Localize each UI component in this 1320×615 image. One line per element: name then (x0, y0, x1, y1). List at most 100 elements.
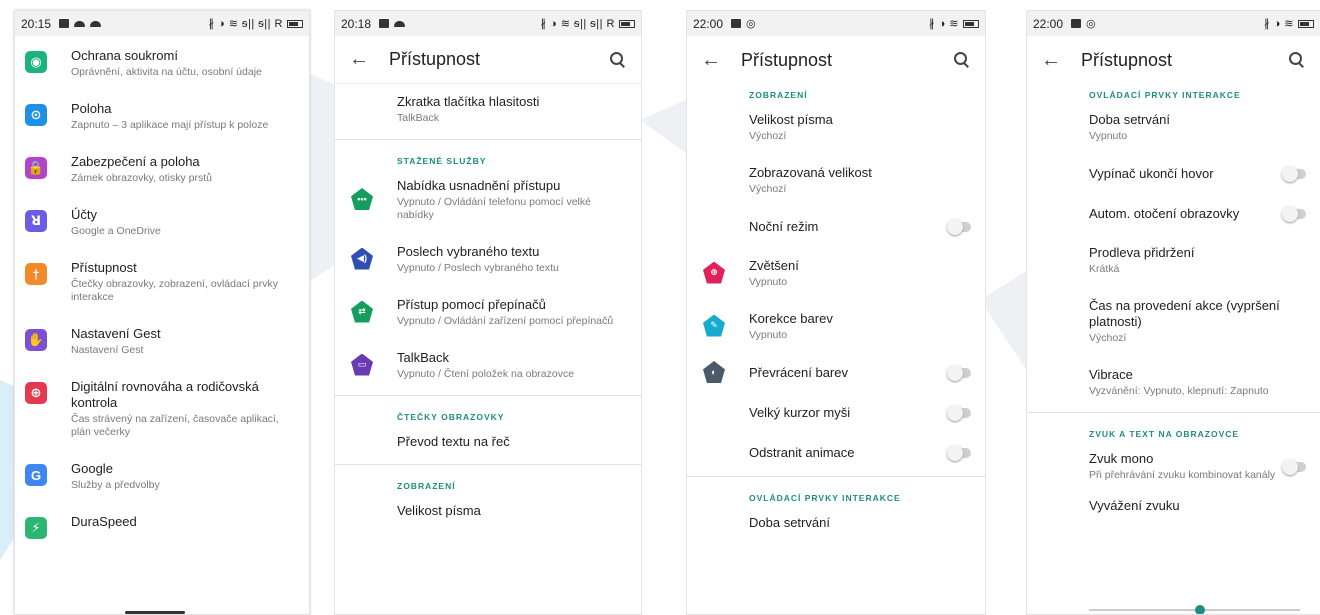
person-icon: ꓤ (25, 210, 47, 232)
remove-animations-item[interactable]: Odstranit animace (687, 432, 985, 472)
back-arrow-icon[interactable]: ← (701, 49, 741, 72)
font-size-item[interactable]: Velikost písma (335, 491, 641, 529)
tts-item[interactable]: Převod textu na řeč (335, 422, 641, 460)
vibration-item[interactable]: Vibrace Vyzvánění: Vypnuto, klepnutí: Za… (1027, 355, 1320, 408)
status-icons: ∦ ◑ ≋ (929, 18, 959, 30)
settings-item[interactable]: ◉ Ochrana soukromí Oprávnění, aktivita na … (15, 36, 309, 89)
item-subtitle: Při přehrávání zvuku kombinovat kanály (1089, 469, 1276, 481)
cloud-icon (74, 20, 86, 27)
settings-item[interactable]: ✋ Nastavení Gest Nastavení Gest (15, 314, 309, 367)
settings-item[interactable]: † Přístupnost Čtečky obrazovky, zobrazení,… (15, 248, 309, 314)
audio-balance-item[interactable]: Vyvážení zvuku (1027, 492, 1320, 524)
settings-item[interactable]: ⊙ Poloha Zapnuto – 3 aplikace mají přístup… (15, 89, 309, 142)
hand-gesture-icon: ✋ (25, 329, 47, 351)
item-title: Nastavení Gest (71, 326, 161, 341)
item-subtitle: Vypnuto / Čtení položek na obrazovce (397, 368, 575, 380)
item-title: Zvuk mono (1089, 451, 1154, 466)
item-title: Korekce barev (749, 311, 833, 326)
display-size-item[interactable]: Zobrazovaná velikost Výchozí (687, 153, 985, 206)
heart-plus-icon: ⊕ (25, 382, 47, 404)
back-arrow-icon[interactable]: ← (349, 48, 389, 71)
slider-knob[interactable] (1194, 605, 1205, 614)
dwell-item[interactable]: Doba setrvání (687, 503, 985, 541)
power-ends-call-toggle[interactable] (1282, 166, 1306, 182)
back-arrow-icon[interactable]: ← (1041, 49, 1081, 72)
color-correction-item[interactable]: ✎ Korekce barev Vypnuto (687, 299, 985, 352)
service-item[interactable]: ⇄ Přístup pomocí přepínačů Vypnuto / Ovlád… (335, 285, 641, 338)
item-subtitle: Vypnuto / Poslech vybraného textu (397, 262, 559, 274)
color-inversion-toggle[interactable] (947, 365, 971, 381)
volume-shortcut-item[interactable]: Zkratka tlačítka hlasitosti TalkBack (335, 84, 641, 135)
item-title: Přístup pomocí přepínačů (397, 297, 546, 312)
scroll-indicator (125, 611, 185, 614)
item-title: Ochrana soukromí (71, 48, 178, 63)
power-ends-call-item[interactable]: Vypínač ukončí hovor (1027, 153, 1320, 193)
item-title: Nabídka usnadnění přístupu (397, 178, 561, 193)
item-subtitle: Výchozí (749, 130, 787, 142)
item-title: Zkratka tlačítka hlasitosti (397, 94, 540, 109)
font-size-item[interactable]: Velikost písma Výchozí (687, 100, 985, 153)
android-icon: ◎ (1086, 18, 1096, 30)
item-subtitle: Vypnuto (749, 276, 788, 288)
search-icon[interactable] (953, 51, 971, 69)
search-icon[interactable] (1288, 51, 1306, 69)
night-mode-item[interactable]: Noční režim (687, 206, 985, 246)
night-mode-toggle[interactable] (947, 219, 971, 235)
remove-animations-toggle[interactable] (947, 445, 971, 461)
status-time: 22:00 (693, 16, 724, 31)
large-cursor-item[interactable]: Velký kurzor myši (687, 392, 985, 432)
app-bar: ← Přístupnost (335, 36, 641, 84)
item-title: Odstranit animace (749, 445, 855, 460)
speaker-icon: ◀) (351, 247, 373, 270)
action-time-item[interactable]: Čas na provedení akce (vypršení platnost… (1027, 286, 1320, 355)
item-title: Noční režim (749, 219, 819, 234)
status-time: 22:00 (1033, 16, 1064, 31)
settings-item[interactable]: ⊕ Digitální rovnováha a rodičovská kontro… (15, 367, 309, 449)
image-icon (59, 19, 70, 28)
large-cursor-toggle[interactable] (947, 405, 971, 421)
section-header-downloaded: STAŽENÉ SLUŽBY (397, 156, 487, 166)
status-icons: ∦ ◑ ≋ ᵴ|| ᵴ|| R (208, 18, 283, 30)
phone-accessibility-interaction: 22:00 ◎ ∦ ◑ ≋ ← Přístupnost OVLÁDACÍ PRV… (1026, 10, 1320, 615)
settings-item[interactable]: G Google Služby a předvolby (15, 449, 309, 502)
mono-audio-toggle[interactable] (1282, 458, 1306, 475)
item-subtitle: Služby a předvolby (71, 479, 160, 491)
item-title: Převod textu na řeč (397, 434, 510, 449)
menu-dots-icon: ••• (351, 188, 373, 210)
settings-item[interactable]: 🔒 Zabezpečení a poloha Zámek obrazovky, ot… (15, 142, 309, 195)
touch-hold-delay-item[interactable]: Prodleva přidržení Krátká (1027, 233, 1320, 286)
page-title: Přístupnost (741, 49, 833, 70)
mono-audio-item[interactable]: Zvuk mono Při přehrávání zvuku kombinova… (1027, 439, 1320, 492)
settings-item[interactable]: ꓤ Účty Google a OneDrive (15, 195, 309, 248)
item-subtitle: Zámek obrazovky, otisky prstů (71, 172, 213, 184)
item-title: Zabezpečení a poloha (71, 154, 200, 169)
battery-icon (1298, 19, 1314, 28)
settings-list: ◉ Ochrana soukromí Oprávnění, aktivita na … (15, 36, 309, 549)
status-icons: ∦ ◑ ≋ ᵴ|| ᵴ|| R (540, 18, 615, 30)
auto-rotate-item[interactable]: Autom. otočení obrazovky (1027, 193, 1320, 233)
item-title: Vyvážení zvuku (1089, 498, 1180, 513)
rocket-icon: ⚡ (25, 517, 47, 539)
image-icon (379, 19, 390, 28)
magnification-item[interactable]: ⊕ Zvětšení Vypnuto (687, 246, 985, 299)
android-icon: ◎ (746, 18, 756, 30)
auto-rotate-toggle[interactable] (1282, 206, 1306, 222)
service-item[interactable]: ◀) Poslech vybraného textu Vypnuto / Posle… (335, 232, 641, 285)
item-title: Účty (71, 207, 97, 222)
item-subtitle: Krátká (1089, 263, 1120, 275)
dwell-item[interactable]: Doba setrvání Vypnuto (1027, 100, 1320, 153)
search-icon[interactable] (609, 51, 627, 69)
service-item[interactable]: ▭ TalkBack Vypnuto / Čtení položek na obra… (335, 338, 641, 391)
status-bar: 20:15 ∦ ◑ ≋ ᵴ|| ᵴ|| R (15, 11, 309, 36)
item-title: Velikost písma (397, 503, 481, 518)
section-header-display: ZOBRAZENÍ (749, 90, 808, 100)
section-header-interaction: OVLÁDACÍ PRVKY INTERAKCE (1089, 90, 1241, 100)
status-bar: 22:00 ◎ ∦ ◑ ≋ (1027, 11, 1320, 36)
color-inversion-item[interactable]: ◐ Převrácení barev (687, 352, 985, 392)
page-title: Přístupnost (1081, 49, 1173, 70)
service-item[interactable]: ••• Nabídka usnadnění přístupu Vypnuto / O… (335, 166, 641, 232)
audio-balance-slider[interactable] (1089, 605, 1300, 614)
item-subtitle: Oprávnění, aktivita na účtu, osobní údaj… (71, 66, 262, 78)
settings-item[interactable]: ⚡ DuraSpeed (15, 502, 309, 549)
pen-icon: ✎ (703, 314, 725, 337)
